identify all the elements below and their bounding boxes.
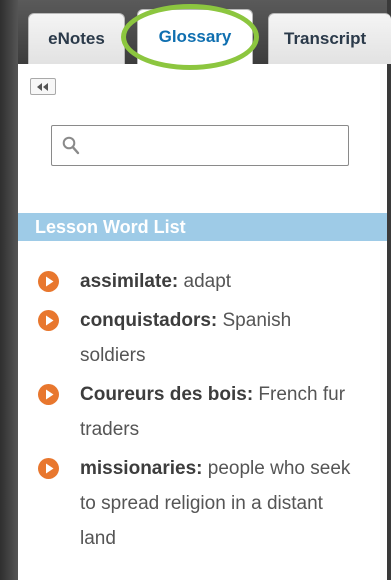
search-box [51,125,349,166]
tab-glossary[interactable]: Glossary [137,9,253,64]
term-word: conquistadors: [80,310,218,331]
term-word: assimilate: [80,271,179,292]
search-input[interactable] [88,132,342,161]
search-icon [62,136,80,155]
glossary-term-conquistadors[interactable]: conquistadors: Spanish soldiers [38,303,358,373]
tab-enotes[interactable]: eNotes [28,13,125,64]
term-word: Coureurs des bois: [80,384,254,405]
double-chevron-left-icon [37,82,48,91]
term-word: missionaries: [80,458,203,479]
play-circle-icon[interactable] [38,384,59,405]
glossary-term-coureurs-des-bois[interactable]: Coureurs des bois: French fur traders [38,377,358,447]
tab-transcript[interactable]: Transcript [268,13,391,64]
play-circle-icon[interactable] [38,458,59,479]
window-frame-left [0,0,18,580]
play-circle-icon[interactable] [38,271,59,292]
glossary-term-missionaries[interactable]: missionaries: people who seek to spread … [38,451,358,556]
glossary-term-list: assimilate: adapt conquistadors: Spanish… [38,264,358,560]
lesson-word-list-header: Lesson Word List [18,213,387,241]
window-frame-right [387,0,391,580]
collapse-panel-button[interactable] [30,78,56,95]
glossary-term-assimilate[interactable]: assimilate: adapt [38,264,358,299]
play-circle-icon[interactable] [38,310,59,331]
term-definition: adapt [178,271,232,292]
